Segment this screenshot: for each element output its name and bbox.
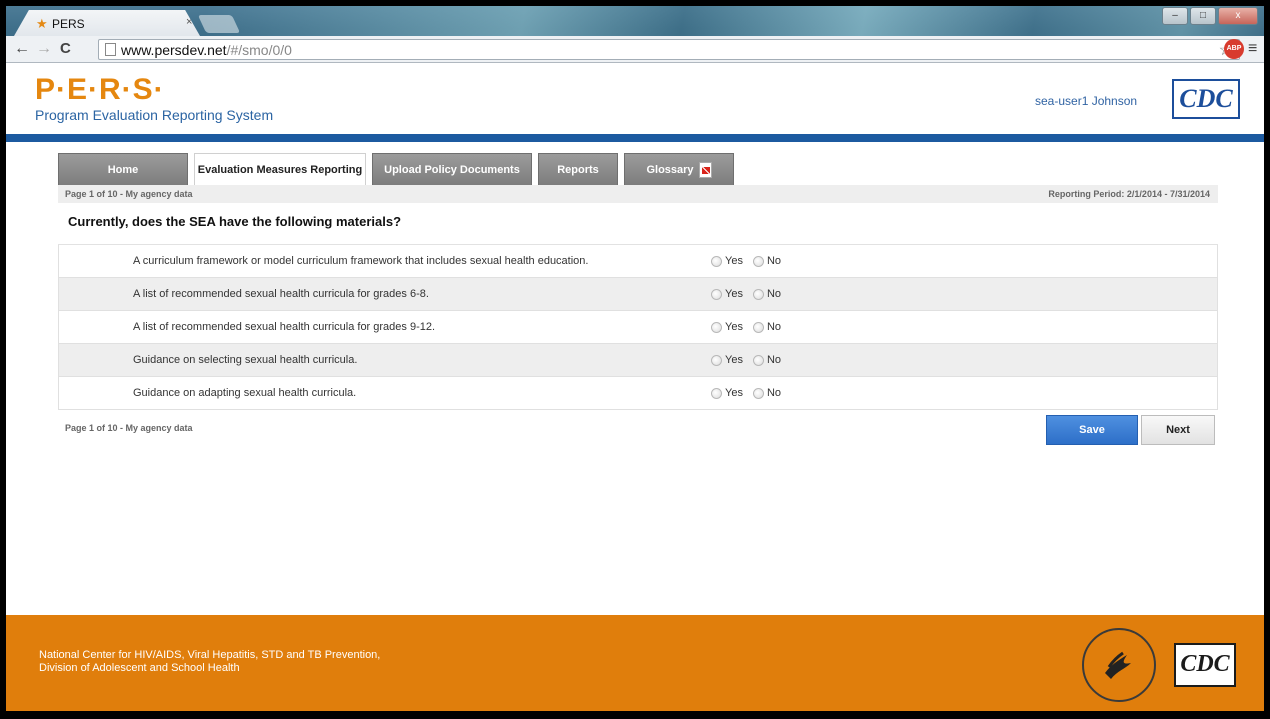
radio-button-icon[interactable] [752, 354, 764, 366]
no-radio[interactable]: No [752, 321, 782, 333]
star-favicon-icon: ★ [36, 16, 48, 31]
tab-upload-policy-documents[interactable]: Upload Policy Documents [372, 153, 532, 185]
save-button[interactable]: Save [1046, 415, 1138, 445]
question-item-text: Guidance on adapting sexual health curri… [133, 387, 357, 399]
radio-button-icon[interactable] [752, 255, 764, 267]
no-radio[interactable]: No [752, 255, 782, 267]
question-row: Guidance on selecting sexual health curr… [58, 344, 1218, 377]
radio-button-icon[interactable] [711, 255, 722, 267]
page-indicator-bottom: Page 1 of 10 - My agency data [65, 423, 193, 433]
no-label: No [766, 288, 782, 300]
radio-button-icon[interactable] [711, 354, 722, 366]
reporting-period: Reporting Period: 2/1/2014 - 7/31/2014 [1048, 189, 1210, 199]
reload-icon[interactable]: C [60, 40, 71, 58]
yes-no-group: Yes No [711, 255, 781, 267]
page-icon [105, 43, 116, 56]
pers-logo[interactable]: P·E·R·S· [35, 75, 165, 105]
eagle-icon [1105, 651, 1131, 679]
adblock-icon[interactable]: ABP [1224, 39, 1244, 59]
question-item-text: A curriculum framework or model curricul… [133, 255, 589, 267]
yes-radio[interactable]: Yes [711, 387, 743, 399]
yes-label: Yes [725, 354, 743, 366]
browser-tab[interactable]: ★ PERS × [14, 10, 200, 36]
form-content: Page 1 of 10 - My agency data Reporting … [58, 185, 1218, 445]
no-label: No [766, 387, 782, 399]
question-row: Guidance on adapting sexual health curri… [58, 377, 1218, 410]
radio-button-icon[interactable] [752, 321, 764, 333]
site-header: P·E·R·S· Program Evaluation Reporting Sy… [6, 63, 1264, 134]
yes-label: Yes [725, 387, 743, 399]
page-indicator: Page 1 of 10 - My agency data [65, 189, 193, 199]
url-text: www.persdev.net/#/smo/0/0 [121, 42, 292, 58]
footer-line-2: Division of Adolescent and School Health [39, 662, 240, 674]
radio-button-icon[interactable] [752, 288, 764, 300]
footer-line-1: National Center for HIV/AIDS, Viral Hepa… [39, 649, 381, 661]
user-link[interactable]: sea-user1 Johnson [1035, 94, 1137, 108]
cdc-logo[interactable]: CDC [1172, 79, 1240, 119]
no-radio[interactable]: No [752, 288, 782, 300]
question-row: A list of recommended sexual health curr… [58, 278, 1218, 311]
tab-glossary[interactable]: Glossary [624, 153, 734, 185]
window-controls: – □ x [1162, 7, 1258, 25]
no-radio[interactable]: No [752, 387, 782, 399]
header-divider [6, 134, 1264, 142]
radio-button-icon[interactable] [711, 387, 722, 399]
menu-icon[interactable]: ≡ [1248, 40, 1257, 58]
yes-label: Yes [725, 255, 743, 267]
minimize-button[interactable]: – [1162, 7, 1188, 25]
browser-chrome: ★ PERS × – □ x ← → C www.persdev.net/#/s… [6, 6, 1264, 63]
yes-no-group: Yes No [711, 321, 781, 333]
main-nav: Home Evaluation Measures Reporting Uploa… [58, 153, 734, 185]
tab-title: PERS [52, 17, 85, 31]
radio-button-icon[interactable] [752, 387, 764, 399]
next-button[interactable]: Next [1141, 415, 1215, 445]
tab-evaluation-measures-reporting[interactable]: Evaluation Measures Reporting [194, 153, 366, 185]
page-info-bar: Page 1 of 10 - My agency data Reporting … [58, 185, 1218, 203]
back-arrow-icon[interactable]: ← [14, 40, 30, 58]
footer-text: National Center for HIV/AIDS, Viral Hepa… [39, 649, 380, 675]
browser-toolbar: ← → C www.persdev.net/#/smo/0/0 ☆ ABP ≡ [6, 36, 1264, 63]
question-heading: Currently, does the SEA have the followi… [58, 203, 1218, 245]
no-label: No [766, 255, 782, 267]
yes-label: Yes [725, 288, 743, 300]
yes-radio[interactable]: Yes [711, 288, 743, 300]
cdc-footer-logo[interactable]: CDC [1174, 643, 1236, 687]
yes-radio[interactable]: Yes [711, 321, 743, 333]
maximize-button[interactable]: □ [1190, 7, 1216, 25]
yes-no-group: Yes No [711, 387, 781, 399]
radio-button-icon[interactable] [711, 288, 722, 300]
pdf-icon [698, 161, 712, 178]
web-page: P·E·R·S· Program Evaluation Reporting Sy… [6, 63, 1264, 711]
question-item-text: A list of recommended sexual health curr… [133, 288, 429, 300]
radio-button-icon[interactable] [711, 321, 722, 333]
yes-no-group: Yes No [711, 288, 781, 300]
yes-label: Yes [725, 321, 743, 333]
question-row: A curriculum framework or model curricul… [58, 245, 1218, 278]
question-row: A list of recommended sexual health curr… [58, 311, 1218, 344]
yes-radio[interactable]: Yes [711, 354, 743, 366]
no-label: No [766, 321, 782, 333]
question-item-text: Guidance on selecting sexual health curr… [133, 354, 358, 366]
question-item-text: A list of recommended sexual health curr… [133, 321, 436, 333]
close-window-button[interactable]: x [1218, 7, 1258, 25]
address-bar[interactable]: www.persdev.net/#/smo/0/0 ☆ [98, 39, 1240, 60]
no-label: No [766, 354, 782, 366]
tab-close-icon[interactable]: × [186, 16, 192, 28]
hhs-seal-icon[interactable] [1082, 628, 1156, 702]
site-subtitle: Program Evaluation Reporting System [35, 107, 274, 123]
tab-home[interactable]: Home [58, 153, 188, 185]
no-radio[interactable]: No [752, 354, 782, 366]
tab-glossary-label: Glossary [646, 163, 694, 176]
yes-no-group: Yes No [711, 354, 781, 366]
tab-reports[interactable]: Reports [538, 153, 618, 185]
forward-arrow-icon[interactable]: → [36, 40, 52, 58]
theme-background [206, 6, 1264, 36]
site-footer: National Center for HIV/AIDS, Viral Hepa… [6, 615, 1264, 711]
yes-radio[interactable]: Yes [711, 255, 743, 267]
